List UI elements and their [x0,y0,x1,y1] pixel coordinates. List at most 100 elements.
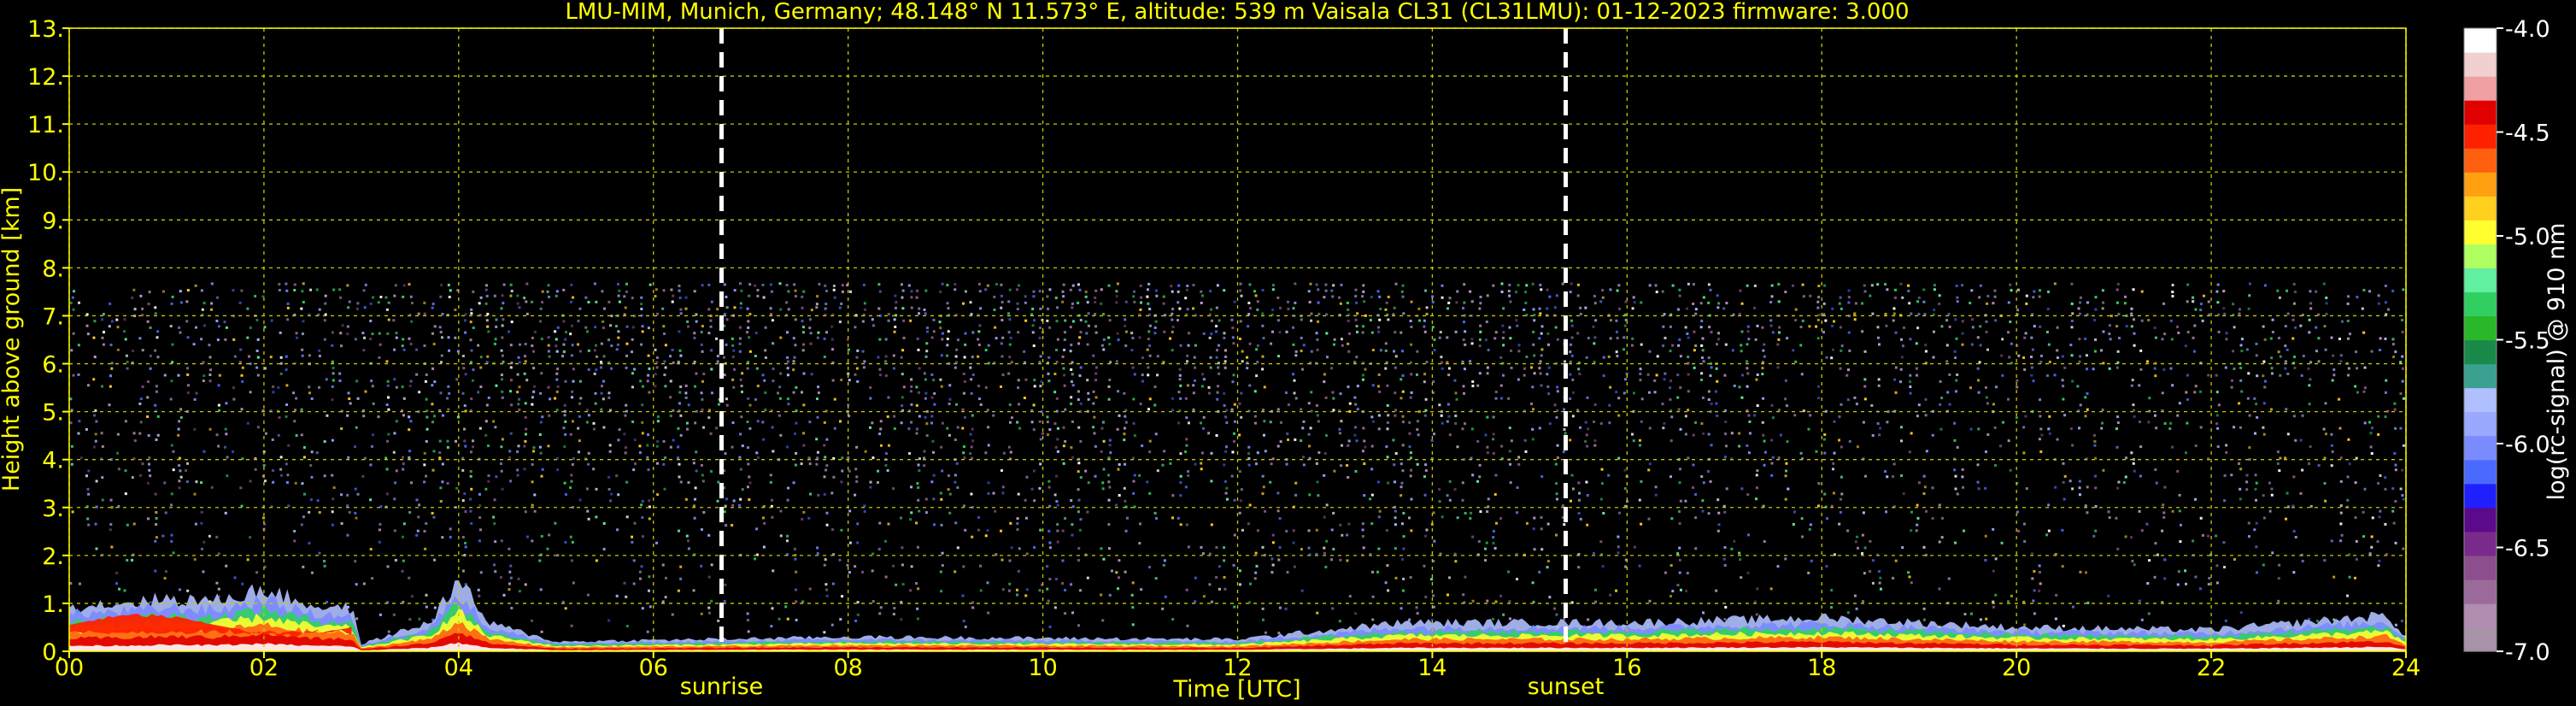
heat-cell [1593,403,1597,407]
heat-cell [1315,332,1318,335]
heat-cell [516,294,519,297]
heat-cell [1271,563,1275,567]
heat-cell [1877,343,1881,346]
heat-cell [518,361,521,364]
heat-cell [371,385,374,388]
heat-cell [1410,343,1413,346]
heat-cell [1347,308,1350,311]
heat-cell [779,509,783,513]
heat-cell [1079,476,1083,479]
heat-cell [1840,445,1843,449]
heat-cell [1261,492,1265,496]
heat-cell [916,289,919,292]
heat-cell [1316,480,1319,484]
heat-cell [1131,606,1135,609]
heat-cell [2125,456,2128,460]
heat-cell [2277,350,2280,354]
heat-cell [110,545,114,549]
heat-cell [340,344,343,348]
heat-cell [547,284,550,287]
heat-cell [2394,623,2397,627]
heat-cell [901,349,905,352]
heat-cell [1371,420,1375,423]
heat-cell [1384,308,1388,311]
heat-cell [1879,576,1882,580]
heat-cell [495,384,498,387]
heat-cell [2377,302,2380,305]
heat-cell [1433,338,1436,341]
heat-cell [1247,325,1250,328]
heat-cell [1684,326,1687,329]
heat-cell [1902,492,1905,496]
heat-cell [232,338,236,341]
heat-cell [2309,361,2313,364]
heat-cell [794,432,797,435]
heat-cell [1447,301,1451,304]
heat-cell [1510,439,1513,443]
heat-cell [1153,332,1157,335]
heat-cell [625,480,629,484]
heat-cell [841,284,844,287]
heat-cell [1086,379,1089,382]
heat-cell [1231,380,1235,384]
heat-cell [209,308,213,311]
heat-cell [1424,463,1428,467]
heat-cell [1377,427,1381,431]
heat-cell [1148,491,1152,495]
heat-cell [470,312,473,315]
heat-cell [1609,288,1612,291]
heat-cell [587,593,590,597]
heat-cell [501,336,504,339]
heat-cell [2115,288,2119,291]
heat-cell [1055,474,1059,478]
heat-cell [1001,485,1005,489]
heat-cell [509,294,513,297]
heat-cell [579,397,583,400]
heat-cell [1508,617,1511,621]
heat-cell [2017,529,2021,532]
heat-cell [779,534,783,538]
heat-cell [2284,325,2287,328]
heat-cell [1654,493,1658,497]
heat-cell [2122,481,2126,485]
colorbar-tick-label: -4.0 [2505,16,2550,43]
heat-cell [1676,396,1680,399]
heat-cell [1192,284,1195,287]
heat-cell [641,432,644,435]
heat-cell [1177,516,1180,520]
heat-cell [310,450,314,454]
heat-cell [1162,361,1165,364]
heat-cell [2239,344,2243,347]
heat-cell [1400,290,1404,293]
heat-cell [655,444,659,448]
heat-cell [1470,342,1474,345]
heat-cell [2176,414,2180,417]
heat-cell [1756,469,1759,473]
heat-cell [738,337,742,340]
heat-cell [2162,515,2166,519]
heat-cell [1124,529,1128,532]
heat-cell [1294,301,1297,304]
heat-cell [287,504,290,508]
heat-cell [2255,545,2258,549]
heat-cell [1441,284,1444,287]
heat-cell [863,360,866,363]
heat-cell [669,396,672,399]
heat-cell [809,332,813,335]
heat-cell [1033,319,1036,322]
heat-cell [909,319,912,322]
heat-cell [1210,600,1213,603]
heat-cell [1509,300,1512,303]
heat-cell [2201,319,2204,322]
heat-cell [70,444,73,448]
heat-cell [1476,384,1480,387]
heat-cell [1248,283,1252,286]
heat-cell [1423,380,1426,384]
heat-cell [1646,373,1650,376]
heat-cell [1663,421,1666,425]
heat-cell [709,325,713,328]
heat-cell [1055,397,1059,400]
heat-cell [1155,516,1159,520]
heat-cell [801,349,805,352]
heat-cell [1938,294,1941,297]
